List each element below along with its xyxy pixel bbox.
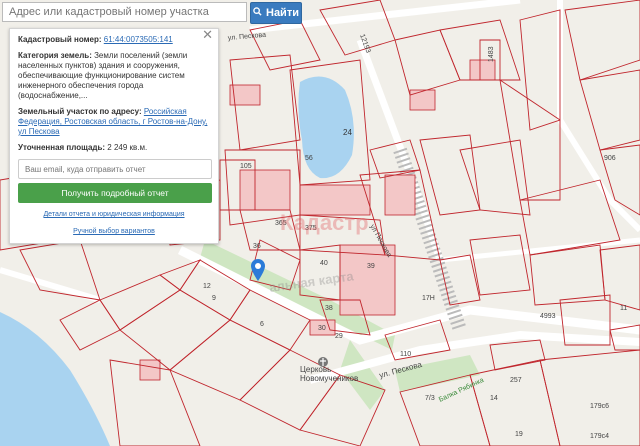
map-label-179c4: 179с4 [590, 433, 609, 440]
parcel-info-panel: ✕ Кадастровый номер: 61:44:0073505:141 К… [9, 28, 219, 244]
map-label-4993: 4993 [540, 313, 556, 320]
area-value: 2 249 кв.м. [107, 143, 148, 152]
map-label-56: 56 [305, 155, 313, 162]
map-label-39: 39 [367, 263, 375, 270]
details-link[interactable]: Детали отчета и юридическая информация [18, 210, 210, 220]
map-marker-icon[interactable] [251, 259, 265, 286]
cadastral-label: Кадастровый номер: [18, 35, 102, 44]
church-label: Церковь [300, 365, 331, 374]
map-label-11: 11 [620, 305, 627, 312]
map-label-38: 38 [325, 305, 333, 312]
church-label-2: Новомучеников [300, 374, 358, 383]
map-label-9: 9 [212, 295, 216, 302]
area-label: Уточненная площадь: [18, 143, 106, 152]
cadastral-number-link[interactable]: 61:44:0073505:141 [104, 35, 173, 44]
close-icon[interactable]: ✕ [202, 28, 213, 41]
map-label-36: 36 [253, 243, 261, 250]
manual-select-link[interactable]: Ручной выбор вариантов [18, 227, 210, 237]
search-icon [253, 7, 262, 19]
email-field[interactable] [18, 159, 212, 179]
search-input[interactable] [2, 2, 247, 22]
map-label-179c6: 179с6 [590, 403, 609, 410]
map-label-257: 257 [510, 377, 522, 384]
address-label: Земельный участок по адресу: [18, 107, 142, 116]
map-label-6: 6 [260, 321, 264, 328]
map-label-7-3: 7/3 [425, 395, 435, 402]
map-label-12: 12 [203, 283, 211, 290]
find-button[interactable]: Найти [250, 2, 302, 24]
map-label-1483: 1483 [488, 46, 495, 62]
map-label-30: 30 [318, 325, 326, 332]
map-label-19: 19 [515, 431, 523, 438]
find-button-label: Найти [266, 7, 299, 19]
category-label: Категория земель: [18, 51, 92, 60]
map-label-105: 105 [240, 163, 252, 170]
map-label-24: 24 [343, 128, 352, 137]
map-label-29: 29 [335, 333, 343, 340]
map-label-906: 906 [604, 155, 616, 162]
map-label-40: 40 [320, 260, 328, 267]
watermark-kadastr: Кадастр [280, 210, 369, 235]
map-label-110: 110 [400, 351, 411, 358]
map-label-14: 14 [490, 395, 498, 402]
map-label-17n: 17Н [422, 295, 435, 302]
get-report-button[interactable]: Получить подробный отчет [18, 183, 212, 203]
church-icon [318, 357, 328, 367]
